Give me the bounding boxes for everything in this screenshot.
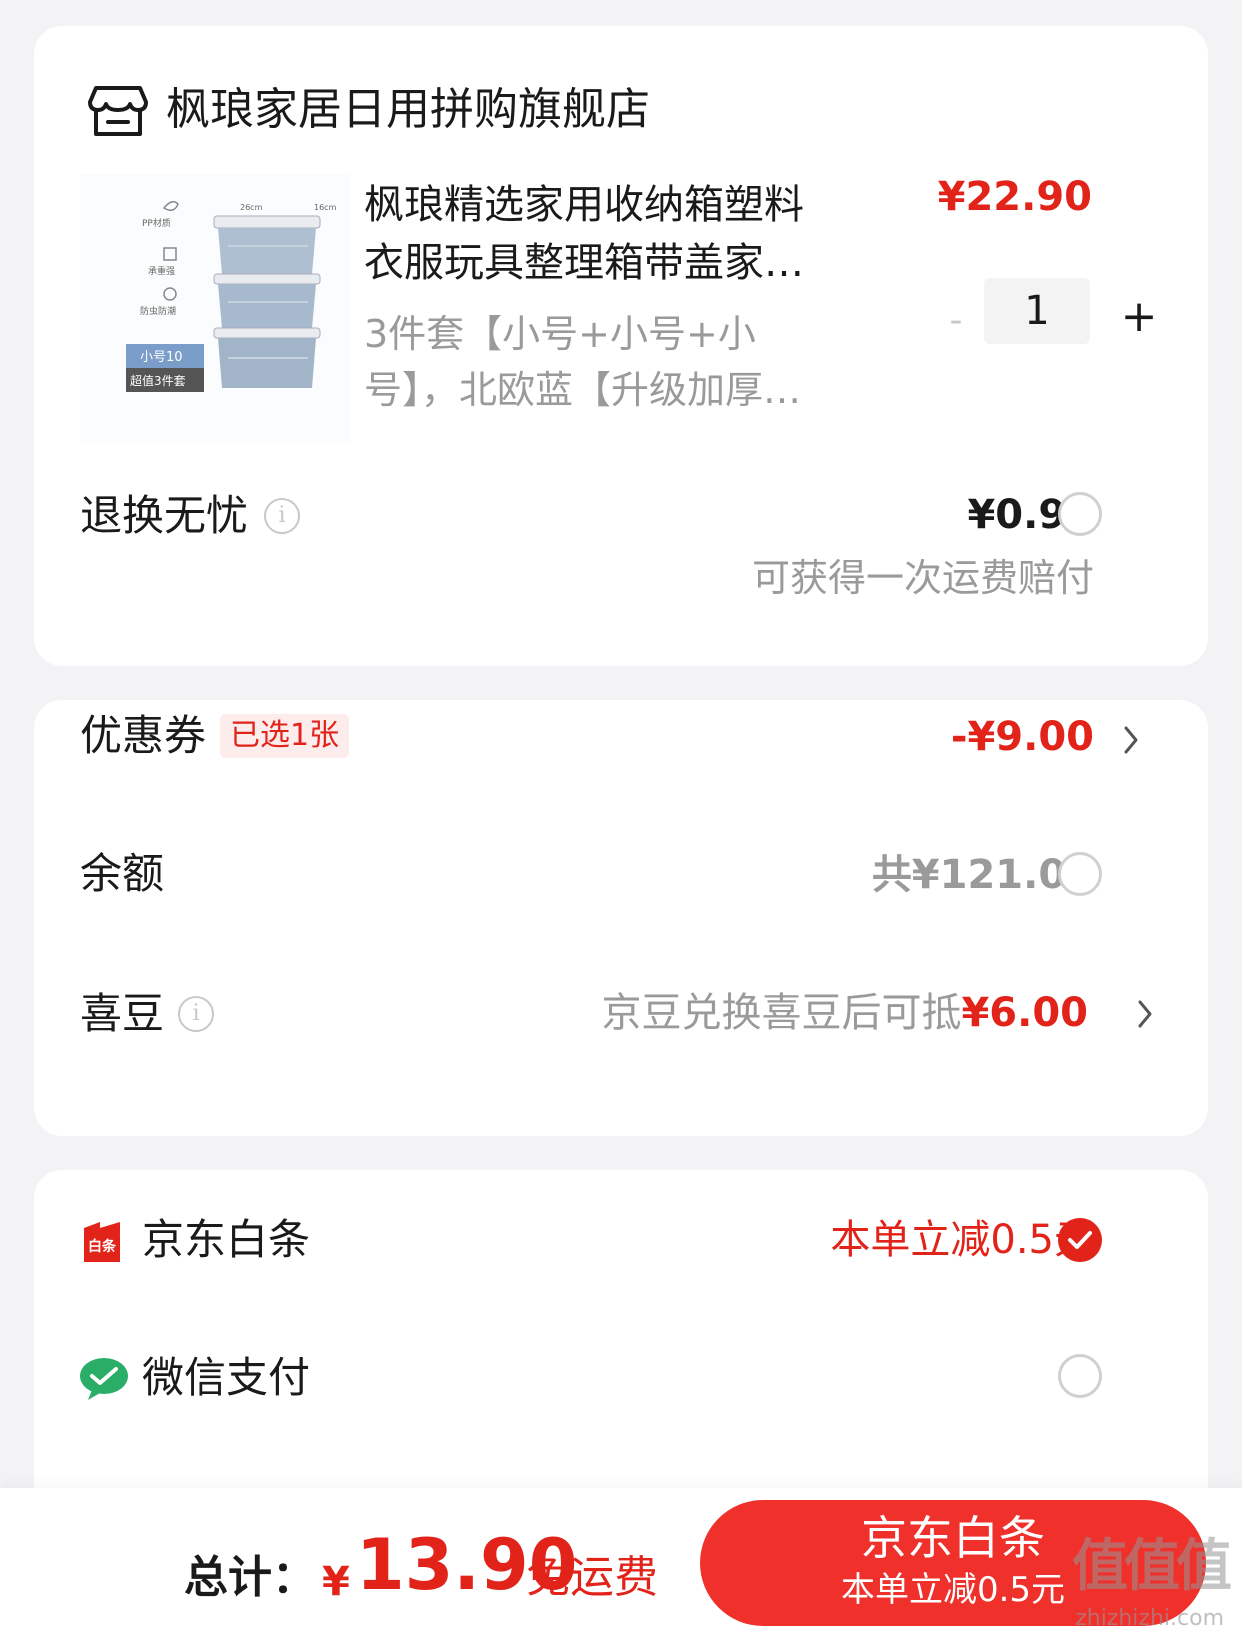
coupon-selected-tag: 已选1张 [220, 714, 350, 758]
info-icon[interactable]: i [264, 498, 300, 534]
store-icon [88, 86, 148, 136]
xidou-label: 喜豆 [80, 989, 165, 1038]
quantity-input[interactable]: 1 [984, 278, 1090, 344]
xidou-note: 京豆兑换喜豆后可抵 [601, 990, 962, 1036]
feature-label: 承重强 [148, 265, 175, 277]
set-tag: 超值3件套 [130, 373, 186, 388]
wechat-pay-radio[interactable] [1058, 1354, 1102, 1398]
box-stack [213, 215, 321, 388]
dim-label: 26cm [240, 203, 263, 212]
quantity-decrease-button[interactable]: - [938, 296, 974, 346]
wechat-pay-label: 微信支付 [142, 1353, 311, 1402]
checkout-bar: 总计： ¥ 13.90 免运费 京东白条 本单立减0.5元 值值值 zhizhi… [0, 1488, 1242, 1648]
jd-baitiao-icon: 白条 [80, 1218, 126, 1264]
feature-label: 防虫防潮 [140, 305, 176, 317]
product-spec-line2: 号】，北欧蓝【升级加厚… [364, 368, 802, 412]
return-service-note: 可获得一次运费赔付 [751, 556, 1094, 600]
product-title-line2: 衣服玩具整理箱带盖家… [364, 240, 804, 286]
return-service-radio[interactable] [1058, 492, 1102, 536]
info-icon[interactable]: i [178, 996, 214, 1032]
coupon-amount[interactable]: -¥9.00 [951, 710, 1094, 764]
baitiao-icon-text: 白条 [88, 1238, 117, 1255]
discount-card: 优惠券 已选1张 -¥9.00 余额 共¥121.00 喜豆 i 京豆兑换喜豆后… [34, 700, 1208, 1136]
total-currency: ¥ [322, 1559, 350, 1605]
return-service-label: 退换无忧 [80, 491, 249, 540]
product-price: ¥22.90 [937, 174, 1092, 220]
baitiao-promo: 本单立减0.5元 [830, 1217, 1094, 1263]
size-tag: 小号10 [140, 350, 183, 365]
balance-label: 余额 [80, 849, 165, 898]
free-shipping-label: 免运费 [526, 1552, 658, 1603]
quantity-increase-button[interactable]: + [1114, 290, 1164, 344]
baitiao-radio[interactable] [1058, 1218, 1102, 1262]
chevron-right-icon[interactable] [1134, 994, 1158, 1034]
product-spec-line1: 3件套【小号+小号+小 [364, 312, 756, 356]
store-name[interactable]: 枫琅家居日用拼购旗舰店 [166, 82, 650, 138]
wechat-pay-icon [78, 1356, 130, 1402]
total-label: 总计： [184, 1552, 316, 1603]
chevron-right-icon[interactable] [1120, 720, 1144, 760]
watermark: 值值值 [1072, 1534, 1232, 1599]
storage-box-image: PP材质 承重强 防虫防潮 小号10 超值3件套 26cm 16cm [80, 174, 350, 444]
feature-label: PP材质 [142, 217, 171, 229]
dim-label: 16cm [314, 203, 337, 212]
baitiao-label: 京东白条 [142, 1215, 311, 1264]
order-item-card: 枫琅家居日用拼购旗舰店 PP材质 承重强 防虫防潮 小号10 超值3件套 26c… [34, 26, 1208, 666]
xidou-amount: ¥6.00 [961, 990, 1088, 1036]
coupon-label: 优惠券 [80, 711, 207, 760]
balance-radio[interactable] [1058, 852, 1102, 896]
product-title[interactable]: 枫琅精选家用收纳箱塑料 衣服玩具整理箱带盖家… [364, 176, 874, 292]
checkmark-icon [1068, 1231, 1092, 1249]
product-thumbnail[interactable]: PP材质 承重强 防虫防潮 小号10 超值3件套 26cm 16cm [80, 174, 350, 444]
product-title-line1: 枫琅精选家用收纳箱塑料 [364, 182, 804, 228]
watermark-url: zhizhizhi.com [1075, 1606, 1224, 1631]
xidou-value[interactable]: 京豆兑换喜豆后可抵¥6.00 [601, 986, 1088, 1040]
product-spec[interactable]: 3件套【小号+小号+小 号】，北欧蓝【升级加厚… [364, 306, 874, 418]
